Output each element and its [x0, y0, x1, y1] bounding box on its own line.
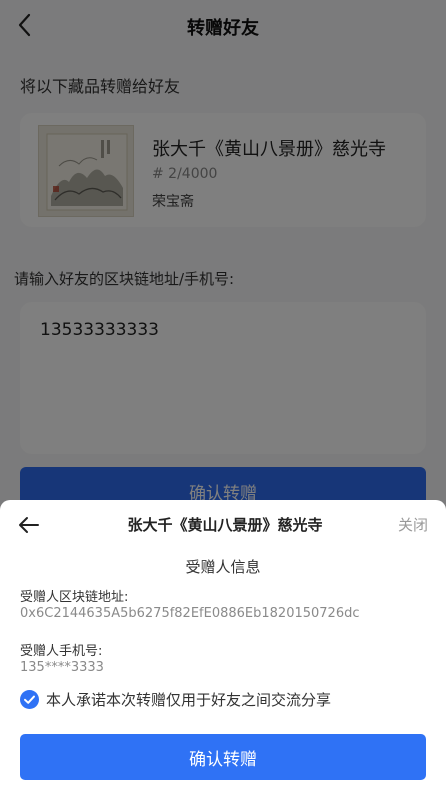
sheet-title: 张大千《黄山八景册》慈光寺 [127, 516, 323, 534]
checkbox-checked-icon[interactable] [20, 689, 39, 709]
phone-label: 受赠人手机号: [20, 644, 103, 659]
close-button[interactable]: 关闭 [398, 514, 428, 535]
address-value: 0x6C2144635A5b6275f82EfE0886Eb1820150726… [20, 606, 360, 621]
agreement-row[interactable]: 本人承诺本次转赠仅用于好友之间交流分享 [20, 687, 331, 711]
confirm-transfer-button[interactable]: 确认转赠 [20, 734, 426, 780]
sheet-back-arrow-icon[interactable] [16, 512, 42, 538]
phone-value: 135****3333 [20, 660, 104, 675]
confirm-sheet: 张大千《黄山八景册》慈光寺 关闭 受赠人信息 受赠人区块链地址: 0x6C214… [0, 500, 446, 793]
recipient-info-heading: 受赠人信息 [185, 558, 261, 576]
address-label: 受赠人区块链地址: [20, 590, 129, 605]
agreement-text: 本人承诺本次转赠仅用于好友之间交流分享 [46, 690, 332, 709]
